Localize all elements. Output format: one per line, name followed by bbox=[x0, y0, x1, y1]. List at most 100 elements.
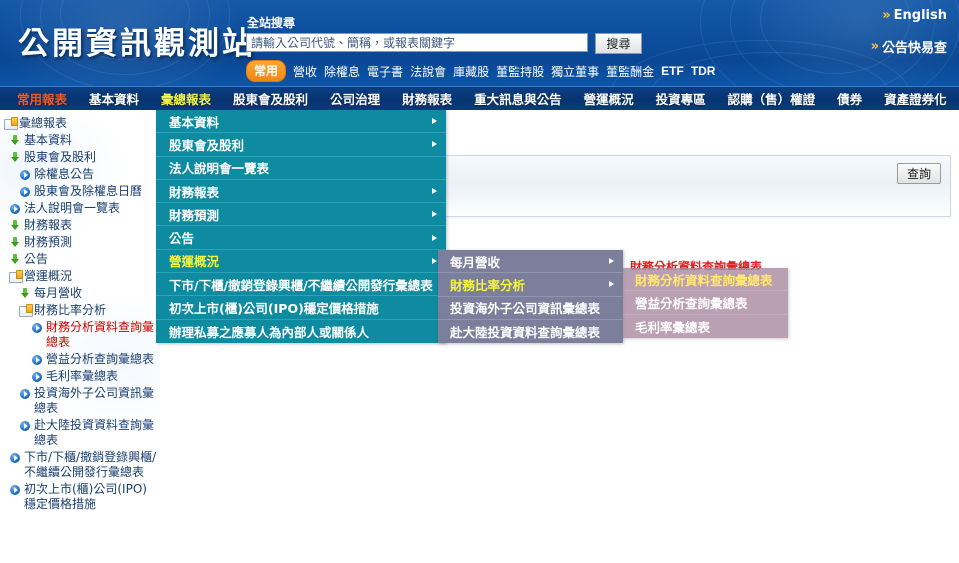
double-chevron-right-icon: » bbox=[882, 8, 891, 23]
quick-link-independent-director[interactable]: 獨立董事 bbox=[551, 63, 599, 80]
menu3-item-label: 財務分析資料查詢彙總表 bbox=[635, 272, 773, 288]
nav-item-governance[interactable]: 公司治理 bbox=[319, 89, 391, 108]
nav-item-common-reports[interactable]: 常用報表 bbox=[6, 89, 78, 108]
announcement-quicksearch-link[interactable]: » 公告快易查 bbox=[871, 37, 947, 56]
page-root: 公開資訊觀測站 全站搜尋 搜尋 常用 營收 除權息 電子書 法說會 庫藏股 董監… bbox=[0, 0, 959, 563]
query-button[interactable]: 查詢 bbox=[897, 163, 941, 184]
sidebar-item-label: 赴大陸投資資料查詢彙總表 bbox=[34, 418, 155, 447]
nav-item-summary-reports[interactable]: 彙總報表 bbox=[150, 89, 222, 108]
sidebar-item-operations-overview[interactable]: 營運概況 bbox=[4, 269, 158, 284]
nav-item-warrants[interactable]: 認購（售）權證 bbox=[717, 89, 827, 108]
menu1-item-label: 股東會及股利 bbox=[169, 137, 245, 153]
menu1-item-financial-forecast[interactable]: 財務預測 bbox=[156, 203, 446, 227]
quick-link-remuneration[interactable]: 董監酬金 bbox=[606, 63, 654, 80]
nav-item-material-news[interactable]: 重大訊息與公告 bbox=[463, 89, 573, 108]
sidebar-item-operating-margin-query[interactable]: 營益分析查詢彙總表 bbox=[4, 352, 158, 367]
sidebar-item-gross-margin-summary[interactable]: 毛利率彙總表 bbox=[4, 369, 158, 384]
corner-links: » English » 公告快易查 bbox=[871, 8, 947, 70]
menu2-item-overseas-subsidiary-info[interactable]: 投資海外子公司資訊彙總表 bbox=[438, 297, 623, 320]
sidebar-item-label: 財務報表 bbox=[24, 218, 73, 232]
nav-item-investment-zone[interactable]: 投資專區 bbox=[645, 89, 717, 108]
nav-item-operations[interactable]: 營運概況 bbox=[573, 89, 645, 108]
dropdown-menu-level2: 每月營收 財務比率分析 投資海外子公司資訊彙總表 赴大陸投資資料查詢彙總表 bbox=[438, 250, 623, 344]
folder-icon bbox=[4, 117, 18, 130]
blue-bullet-icon bbox=[9, 483, 22, 496]
sidebar-item-label: 毛利率彙總表 bbox=[46, 369, 119, 383]
menu1-item-investor-conference-list[interactable]: 法人說明會一覽表 bbox=[156, 157, 446, 180]
quick-link-conference[interactable]: 法說會 bbox=[410, 63, 446, 80]
sidebar-item-financial-ratio-analysis[interactable]: 財務比率分析 bbox=[4, 303, 158, 318]
quick-link-etf[interactable]: ETF bbox=[661, 64, 684, 78]
sidebar-item-label: 下市/下櫃/撤銷登錄興櫃/不繼續公開發行彙總表 bbox=[24, 450, 157, 479]
sidebar-item-investor-conference-list[interactable]: 法人說明會一覽表 bbox=[4, 201, 158, 216]
chevron-right-icon bbox=[432, 118, 437, 125]
quick-link-dividend[interactable]: 除權息 bbox=[324, 63, 360, 80]
menu2-item-label: 赴大陸投資資料查詢彙總表 bbox=[450, 325, 601, 341]
menu1-item-private-placement[interactable]: 辦理私募之應募人為內部人或關係人 bbox=[156, 320, 446, 343]
sidebar-item-label: 股東會及除權息日曆 bbox=[34, 184, 143, 198]
menu1-item-basic-info[interactable]: 基本資料 bbox=[156, 110, 446, 134]
sidebar-item-financial-forecast[interactable]: 財務預測 bbox=[4, 235, 158, 250]
menu1-item-shareholders-dividends[interactable]: 股東會及股利 bbox=[156, 133, 446, 157]
sidebar-item-label: 營益分析查詢彙總表 bbox=[46, 352, 155, 366]
blue-bullet-icon bbox=[19, 185, 32, 198]
quick-badge: 常用 bbox=[246, 60, 287, 82]
nav-item-financial-reports[interactable]: 財務報表 bbox=[391, 89, 463, 108]
sidebar-item-shareholder-calendar[interactable]: 股東會及除權息日曆 bbox=[4, 184, 158, 199]
menu3-item-financial-analysis-query[interactable]: 財務分析資料查詢彙總表 bbox=[623, 268, 788, 292]
chevron-right-icon bbox=[432, 234, 437, 241]
menu2-item-financial-ratio-analysis[interactable]: 財務比率分析 bbox=[438, 273, 623, 297]
sidebar-item-label: 財務比率分析 bbox=[34, 303, 107, 317]
green-arrow-icon bbox=[19, 287, 32, 300]
menu2-item-mainland-investment-query[interactable]: 赴大陸投資資料查詢彙總表 bbox=[438, 320, 623, 343]
menu1-item-ipo-price-stabilization[interactable]: 初次上市(櫃)公司(IPO)穩定價格措施 bbox=[156, 296, 446, 320]
blue-bullet-icon bbox=[31, 353, 44, 366]
search-input[interactable] bbox=[246, 33, 588, 52]
nav-item-shareholders[interactable]: 股東會及股利 bbox=[222, 89, 319, 108]
sidebar-item-label: 彙總報表 bbox=[19, 116, 68, 130]
quick-link-tdr[interactable]: TDR bbox=[691, 64, 716, 78]
dropdown-menu-level1: 基本資料 股東會及股利 法人說明會一覽表 財務報表 財務預測 公告 營運概況 下… bbox=[156, 110, 446, 343]
sidebar-item-delisting-summary[interactable]: 下市/下櫃/撤銷登錄興櫃/不繼續公開發行彙總表 bbox=[4, 450, 158, 480]
menu1-item-delisting-summary[interactable]: 下市/下櫃/撤銷登錄興櫃/不繼續公開發行彙總表 bbox=[156, 273, 446, 297]
menu3-item-operating-margin-query[interactable]: 營益分析查詢彙總表 bbox=[623, 291, 788, 315]
nav-item-basic-info[interactable]: 基本資料 bbox=[78, 89, 150, 108]
nav-item-securitization[interactable]: 資產證券化 bbox=[873, 89, 958, 108]
quick-link-revenue[interactable]: 營收 bbox=[293, 63, 317, 80]
nav-item-bonds[interactable]: 債券 bbox=[826, 89, 873, 108]
sidebar-item-ipo-price-stabilization[interactable]: 初次上市(櫃)公司(IPO)穩定價格措施 bbox=[4, 482, 158, 512]
sidebar-item-summary-reports[interactable]: 彙總報表 bbox=[4, 116, 158, 131]
sidebar-item-mainland-investment-query[interactable]: 赴大陸投資資料查詢彙總表 bbox=[4, 418, 158, 448]
sidebar-item-label: 法人說明會一覽表 bbox=[24, 201, 121, 215]
sidebar-item-exdividend-announcement[interactable]: 除權息公告 bbox=[4, 167, 158, 182]
sidebar-item-financial-analysis-query[interactable]: 財務分析資料查詢彙總表 bbox=[4, 320, 158, 350]
quick-link-treasury[interactable]: 庫藏股 bbox=[453, 63, 489, 80]
sidebar-item-overseas-subsidiary-info[interactable]: 投資海外子公司資訊彙總表 bbox=[4, 386, 158, 416]
search-label: 全站搜尋 bbox=[247, 16, 296, 30]
sidebar-item-announcements[interactable]: 公告 bbox=[4, 252, 158, 267]
sidebar-item-basic-info[interactable]: 基本資料 bbox=[4, 133, 158, 148]
menu1-item-label: 營運概況 bbox=[169, 254, 220, 270]
quick-link-ebook[interactable]: 電子書 bbox=[367, 63, 403, 80]
english-link[interactable]: » English bbox=[871, 8, 947, 23]
menu1-item-financial-reports[interactable]: 財務報表 bbox=[156, 180, 446, 204]
menu1-item-announcements[interactable]: 公告 bbox=[156, 226, 446, 250]
sidebar-item-financial-reports[interactable]: 財務報表 bbox=[4, 218, 158, 233]
menu3-item-gross-margin-summary[interactable]: 毛利率彙總表 bbox=[623, 315, 788, 338]
site-logo[interactable]: 公開資訊觀測站 bbox=[18, 18, 253, 70]
menu2-item-monthly-revenue[interactable]: 每月營收 bbox=[438, 250, 623, 274]
menu1-item-label: 辦理私募之應募人為內部人或關係人 bbox=[169, 324, 370, 340]
menu3-item-label: 營益分析查詢彙總表 bbox=[635, 295, 748, 311]
dropdown-menu-level3: 財務分析資料查詢彙總表 營益分析查詢彙總表 毛利率彙總表 bbox=[623, 268, 788, 338]
quick-links-row: 常用 營收 除權息 電子書 法說會 庫藏股 董監持股 獨立董事 董監酬金 ETF… bbox=[246, 60, 715, 82]
menu1-item-label: 基本資料 bbox=[169, 114, 220, 130]
quick-link-holdings[interactable]: 董監持股 bbox=[496, 63, 544, 80]
menu1-item-label: 公告 bbox=[169, 231, 195, 247]
search-button[interactable]: 搜尋 bbox=[595, 33, 642, 54]
folder-icon bbox=[19, 304, 33, 317]
sidebar-item-shareholders-dividends[interactable]: 股東會及股利 bbox=[4, 150, 158, 165]
menu2-item-label: 財務比率分析 bbox=[450, 277, 526, 293]
menu3-item-label: 毛利率彙總表 bbox=[635, 319, 711, 335]
sidebar-item-monthly-revenue[interactable]: 每月營收 bbox=[4, 286, 158, 301]
menu1-item-operations-overview[interactable]: 營運概況 bbox=[156, 250, 446, 274]
